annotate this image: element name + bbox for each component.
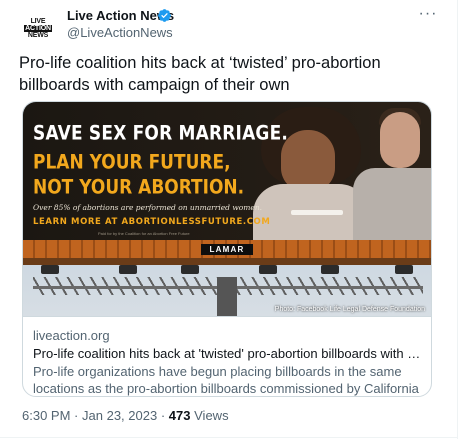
man-figure-head xyxy=(380,112,420,168)
billboard-subhead-1: PLAN YOUR FUTURE, xyxy=(33,151,231,174)
card-image[interactable]: SAVE SEX FOR MARRIAGE. PLAN YOUR FUTURE,… xyxy=(23,102,431,316)
tweet-text: Pro-life coalition hits back at ‘twisted… xyxy=(19,54,381,94)
card-title: Pro-life coalition hits back at 'twisted… xyxy=(33,346,421,361)
card-details[interactable]: liveaction.org Pro-life coalition hits b… xyxy=(23,316,431,396)
lamp xyxy=(321,265,339,274)
woman-figure-face xyxy=(281,130,335,192)
views-label: Views xyxy=(194,408,229,423)
lamp xyxy=(181,265,199,274)
lamp xyxy=(259,265,277,274)
billboard: SAVE SEX FOR MARRIAGE. PLAN YOUR FUTURE,… xyxy=(23,102,431,240)
billboard-paid-for: Paid for by the Coalition for an Abortio… xyxy=(98,231,190,236)
billboard-pole xyxy=(217,277,237,316)
billboard-call-to-action: LEARN MORE AT ABORTIONLESSFUTURE.COM xyxy=(33,217,271,227)
billboard-statistic: Over 85% of abortions are performed on u… xyxy=(33,203,263,212)
lamp xyxy=(41,265,59,274)
photo-credit: Photo: Facebook Life Legal Defense Found… xyxy=(274,306,425,313)
more-options-icon[interactable]: ··· xyxy=(418,6,438,22)
author-handle[interactable]: @LiveActionNews xyxy=(67,25,173,40)
billboard-catwalk xyxy=(23,258,431,265)
tweet: LIVE ACTION NEWS Live Action News @LiveA… xyxy=(0,0,474,439)
billboard-headline: SAVE SEX FOR MARRIAGE. xyxy=(33,122,289,145)
pregnancy-test xyxy=(291,210,343,215)
avatar[interactable]: LIVE ACTION NEWS xyxy=(18,8,58,48)
tweet-time[interactable]: 6:30 PM xyxy=(22,408,70,423)
lamp xyxy=(119,265,137,274)
verified-badge-icon xyxy=(158,9,171,22)
avatar-logo: LIVE ACTION NEWS xyxy=(24,17,52,39)
lamar-logo: LAMAR xyxy=(201,244,253,255)
meta-separator: · xyxy=(160,408,166,423)
link-card[interactable]: SAVE SEX FOR MARRIAGE. PLAN YOUR FUTURE,… xyxy=(22,101,432,397)
man-figure-body xyxy=(353,168,431,240)
card-description: Pro-life organizations have begun placin… xyxy=(33,364,419,396)
tweet-date[interactable]: Jan 23, 2023 xyxy=(82,408,157,423)
bottom-divider xyxy=(0,437,457,438)
card-domain: liveaction.org xyxy=(33,328,110,343)
tweet-meta: 6:30 PM · Jan 23, 2023 · 473 Views xyxy=(22,408,229,423)
billboard-subhead-2: NOT YOUR ABORTION. xyxy=(33,176,245,199)
column-divider xyxy=(457,0,458,439)
lamp xyxy=(395,265,413,274)
meta-separator: · xyxy=(74,408,79,423)
views-count: 473 xyxy=(168,408,191,423)
